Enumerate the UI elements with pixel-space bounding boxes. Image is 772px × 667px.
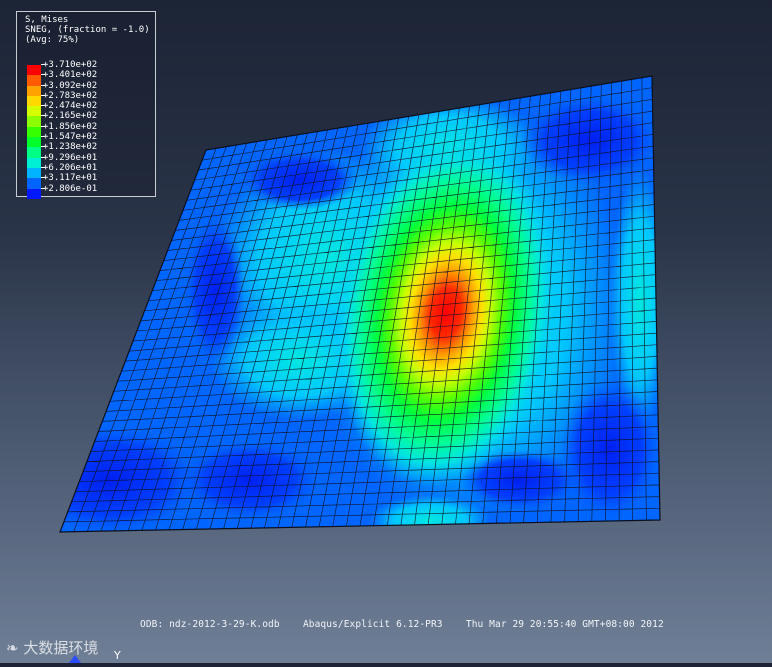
solver-version: Abaqus/Explicit 6.12-PR3 bbox=[302, 619, 443, 630]
legend-swatch bbox=[27, 137, 41, 148]
legend-label: +3.710e+02 bbox=[43, 60, 98, 70]
odb-name: ODB: ndz-2012-3-29-K.odb bbox=[140, 619, 280, 630]
contour-legend[interactable]: S, Mises SNEG, (fraction = -1.0) (Avg: 7… bbox=[16, 11, 156, 199]
legend-label: +9.296e+01 bbox=[43, 152, 98, 163]
legend-swatch bbox=[27, 116, 41, 127]
legend-label: +2.165e+02 bbox=[43, 111, 98, 122]
legend-label: +3.117e+01 bbox=[43, 173, 98, 184]
legend-swatch bbox=[27, 147, 41, 158]
legend-title: S, Mises bbox=[25, 15, 69, 25]
legend-label: +3.092e+02 bbox=[43, 80, 98, 91]
legend-swatch bbox=[27, 167, 41, 179]
watermark-logo-icon: ❧ bbox=[6, 639, 19, 657]
view-triad-icon bbox=[69, 655, 81, 663]
legend-swatch bbox=[27, 157, 41, 168]
legend-swatch bbox=[27, 126, 41, 138]
timestamp: Thu Mar 29 20:55:40 GMT+08:00 2012 bbox=[465, 619, 664, 630]
legend-label: +6.206e+01 bbox=[43, 162, 98, 173]
legend-swatch bbox=[27, 188, 41, 199]
watermark-text: 大数据环境 bbox=[23, 639, 99, 657]
legend-swatch bbox=[27, 106, 41, 117]
status-line: ODB: ndz-2012-3-29-K.odb Abaqus/Explicit… bbox=[140, 619, 664, 630]
legend-swatch bbox=[27, 178, 41, 189]
legend-swatch bbox=[27, 65, 41, 76]
triad-axis-label: Y bbox=[114, 649, 121, 662]
legend-swatch bbox=[27, 75, 41, 86]
legend-label: +1.856e+02 bbox=[43, 121, 98, 132]
legend-label: +2.806e-01 bbox=[43, 183, 98, 194]
legend-averaging: (Avg: 75%) bbox=[25, 35, 80, 45]
legend-label: +2.783e+02 bbox=[43, 90, 98, 101]
legend-label: +1.238e+02 bbox=[43, 142, 98, 153]
legend-swatch bbox=[27, 95, 41, 107]
legend-subtitle: SNEG, (fraction = -1.0) bbox=[25, 25, 150, 35]
watermark: ❧ 大数据环境 bbox=[6, 637, 98, 658]
legend-label: +3.401e+02 bbox=[43, 70, 98, 81]
legend-swatch bbox=[27, 85, 41, 96]
legend-label: +2.474e+02 bbox=[43, 101, 98, 112]
legend-label: +1.547e+02 bbox=[43, 132, 98, 143]
